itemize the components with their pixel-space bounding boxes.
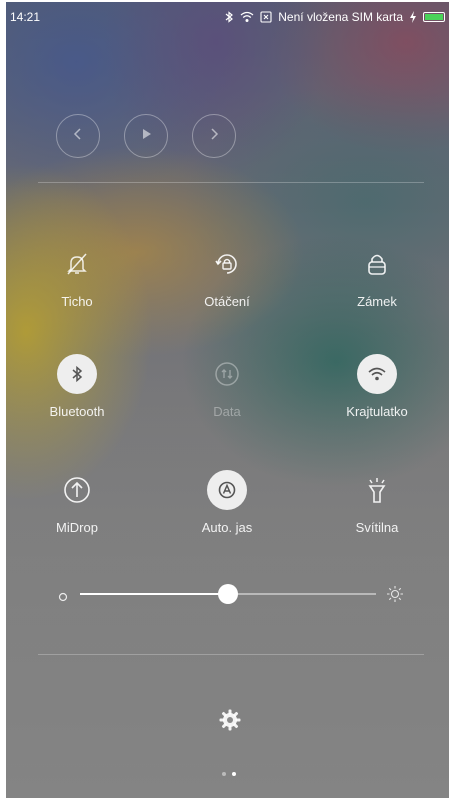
toggle-label: Bluetooth — [49, 404, 105, 419]
brightness-slider[interactable] — [54, 582, 404, 606]
toggle-data[interactable]: Data — [172, 354, 282, 419]
brightness-knob[interactable] — [218, 584, 238, 604]
toggle-label: Data — [213, 404, 241, 419]
upload-icon — [57, 470, 97, 510]
auto-brightness-icon — [207, 470, 247, 510]
page-dot — [222, 772, 226, 776]
toggle-wifi[interactable]: Krajtulatko — [322, 354, 432, 419]
toggle-label: Auto. jas — [201, 520, 253, 535]
next-button[interactable] — [192, 114, 236, 158]
bell-off-icon — [57, 244, 97, 284]
page-indicator — [222, 772, 236, 776]
bottom-divider — [38, 654, 424, 655]
bluetooth-status-icon — [224, 11, 234, 23]
toggle-auto-brightness[interactable]: Auto. jas — [172, 470, 282, 535]
media-controls — [56, 114, 236, 158]
chevron-left-icon — [71, 127, 85, 146]
bluetooth-icon — [57, 354, 97, 394]
flashlight-icon — [357, 470, 397, 510]
toggle-rotation[interactable]: Otáčení — [172, 244, 282, 309]
mobile-data-icon — [207, 354, 247, 394]
wifi-icon — [357, 354, 397, 394]
toggle-bluetooth[interactable]: Bluetooth — [22, 354, 132, 419]
brightness-high-icon — [386, 585, 404, 608]
page-dot-active — [232, 772, 236, 776]
chevron-right-icon — [207, 127, 221, 146]
toggle-lock[interactable]: Zámek — [322, 244, 432, 309]
toggle-label: Otáčení — [204, 294, 250, 309]
settings-button[interactable] — [218, 708, 242, 737]
play-button[interactable] — [124, 114, 168, 158]
quick-settings-screen: 14:21 Není vložena SIM karta Ticho Otáče… — [6, 2, 449, 798]
toggle-label: MiDrop — [56, 520, 98, 535]
lock-icon — [357, 244, 397, 284]
play-icon — [139, 127, 153, 146]
wifi-status-icon — [240, 11, 254, 23]
toggle-label: Svítilna — [355, 520, 399, 535]
toggle-flashlight[interactable]: Svítilna — [322, 470, 432, 535]
status-right-group: Není vložena SIM karta — [224, 10, 445, 24]
toggle-label: Ticho — [61, 294, 93, 309]
status-time: 14:21 — [10, 10, 41, 24]
toggle-label: Krajtulatko — [346, 404, 408, 419]
brightness-track-empty — [228, 593, 376, 595]
rotation-lock-icon — [207, 244, 247, 284]
toggle-midrop[interactable]: MiDrop — [22, 470, 132, 535]
top-divider — [38, 182, 424, 183]
toggle-silent[interactable]: Ticho — [22, 244, 132, 309]
no-sim-icon — [260, 11, 272, 23]
battery-icon — [423, 12, 445, 22]
brightness-track-filled — [80, 593, 228, 595]
sim-status-text: Není vložena SIM karta — [278, 10, 403, 24]
charging-icon — [409, 11, 417, 23]
gear-icon — [218, 709, 242, 736]
status-bar: 14:21 Není vložena SIM karta — [6, 2, 449, 24]
toggle-label: Zámek — [357, 294, 397, 309]
brightness-low-icon — [58, 589, 68, 607]
previous-button[interactable] — [56, 114, 100, 158]
battery-fill — [425, 14, 443, 20]
